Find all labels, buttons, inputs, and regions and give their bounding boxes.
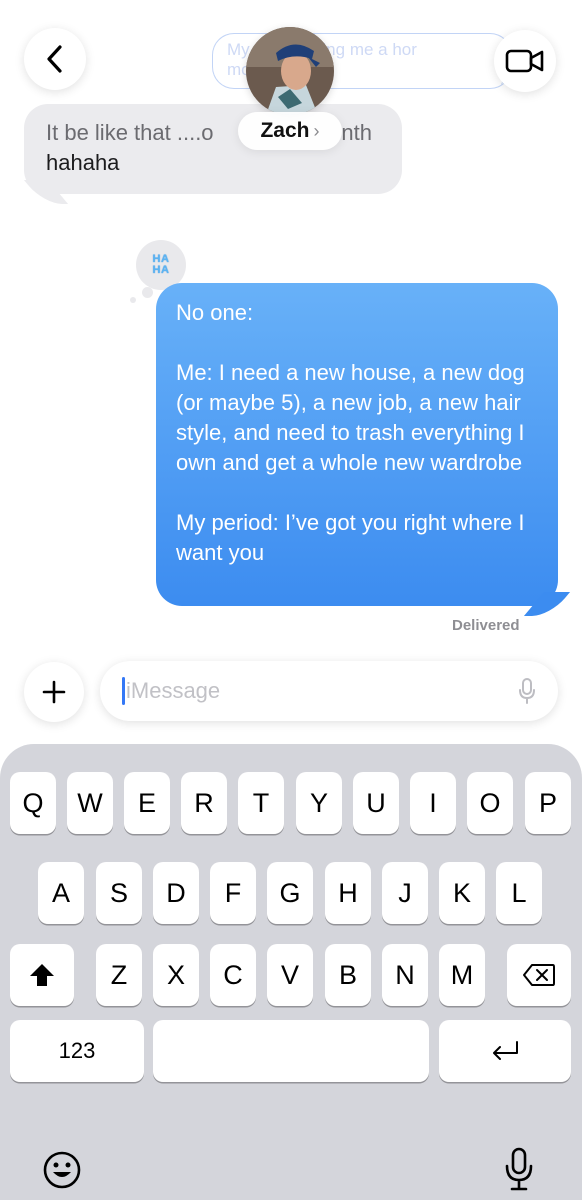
key-n[interactable]: N	[382, 944, 428, 1006]
tapback-bubble-dot	[142, 287, 153, 298]
delete-key[interactable]	[507, 944, 571, 1006]
add-attachment-button[interactable]	[24, 662, 84, 722]
sent-message-paragraph: My period: I’ve got you right where I wa…	[176, 510, 525, 565]
key-g[interactable]: G	[267, 862, 313, 924]
key-d[interactable]: D	[153, 862, 199, 924]
keyboard-dictation-button[interactable]	[504, 1146, 534, 1192]
chevron-right-icon: ›	[313, 120, 320, 141]
key-o[interactable]: O	[467, 772, 513, 834]
key-j[interactable]: J	[382, 862, 428, 924]
key-e[interactable]: E	[124, 772, 170, 834]
key-z[interactable]: Z	[96, 944, 142, 1006]
received-message-line-2: hahaha	[46, 150, 120, 175]
avatar-photo	[246, 27, 334, 115]
keyboard: Q W E R T Y U I O P A S D F G H J K L Z …	[0, 744, 582, 1200]
key-l[interactable]: L	[496, 862, 542, 924]
key-c[interactable]: C	[210, 944, 256, 1006]
space-key[interactable]	[153, 1020, 429, 1082]
key-h[interactable]: H	[325, 862, 371, 924]
numbers-key[interactable]: 123	[10, 1020, 144, 1082]
video-call-button[interactable]	[494, 30, 556, 92]
key-w[interactable]: W	[67, 772, 113, 834]
key-v[interactable]: V	[267, 944, 313, 1006]
chevron-left-icon	[47, 45, 62, 73]
key-m[interactable]: M	[439, 944, 485, 1006]
emoji-smiley-icon	[43, 1151, 81, 1189]
microphone-icon	[505, 1147, 533, 1191]
key-b[interactable]: B	[325, 944, 371, 1006]
tapback-bubble-dot	[130, 297, 136, 303]
plus-icon	[42, 680, 66, 704]
key-y[interactable]: Y	[296, 772, 342, 834]
key-s[interactable]: S	[96, 862, 142, 924]
key-f[interactable]: F	[210, 862, 256, 924]
video-camera-icon	[505, 49, 544, 73]
sent-message-paragraph: Me: I need a new house, a new dog (or ma…	[176, 360, 525, 475]
dictation-mic-icon[interactable]	[518, 677, 536, 705]
key-q[interactable]: Q	[10, 772, 56, 834]
sent-message-bubble[interactable]: No one: Me: I need a new house, a new do…	[156, 283, 558, 606]
key-p[interactable]: P	[525, 772, 571, 834]
key-a[interactable]: A	[38, 862, 84, 924]
emoji-button[interactable]	[42, 1150, 82, 1190]
message-input-placeholder: iMessage	[126, 678, 221, 703]
contact-name: Zach	[260, 119, 310, 142]
message-input[interactable]: iMessage	[100, 661, 558, 721]
key-x[interactable]: X	[153, 944, 199, 1006]
key-i[interactable]: I	[410, 772, 456, 834]
contact-name-button[interactable]: Zach ›	[238, 112, 342, 150]
key-r[interactable]: R	[181, 772, 227, 834]
sent-message-paragraph: No one:	[176, 300, 254, 325]
key-u[interactable]: U	[353, 772, 399, 834]
back-button[interactable]	[24, 28, 86, 90]
haha-tapback-icon: HA HA	[152, 253, 170, 276]
return-key[interactable]	[439, 1020, 571, 1082]
backspace-icon	[523, 964, 555, 986]
key-t[interactable]: T	[238, 772, 284, 834]
received-message-bubble[interactable]: It be like that ....o nth hahaha	[24, 104, 402, 194]
shift-arrow-icon	[30, 964, 54, 986]
contact-avatar[interactable]	[246, 27, 334, 115]
text-cursor	[122, 677, 125, 705]
shift-key[interactable]	[10, 944, 74, 1006]
return-arrow-icon	[493, 1041, 518, 1060]
key-k[interactable]: K	[439, 862, 485, 924]
delivery-status: Delivered	[452, 617, 520, 634]
